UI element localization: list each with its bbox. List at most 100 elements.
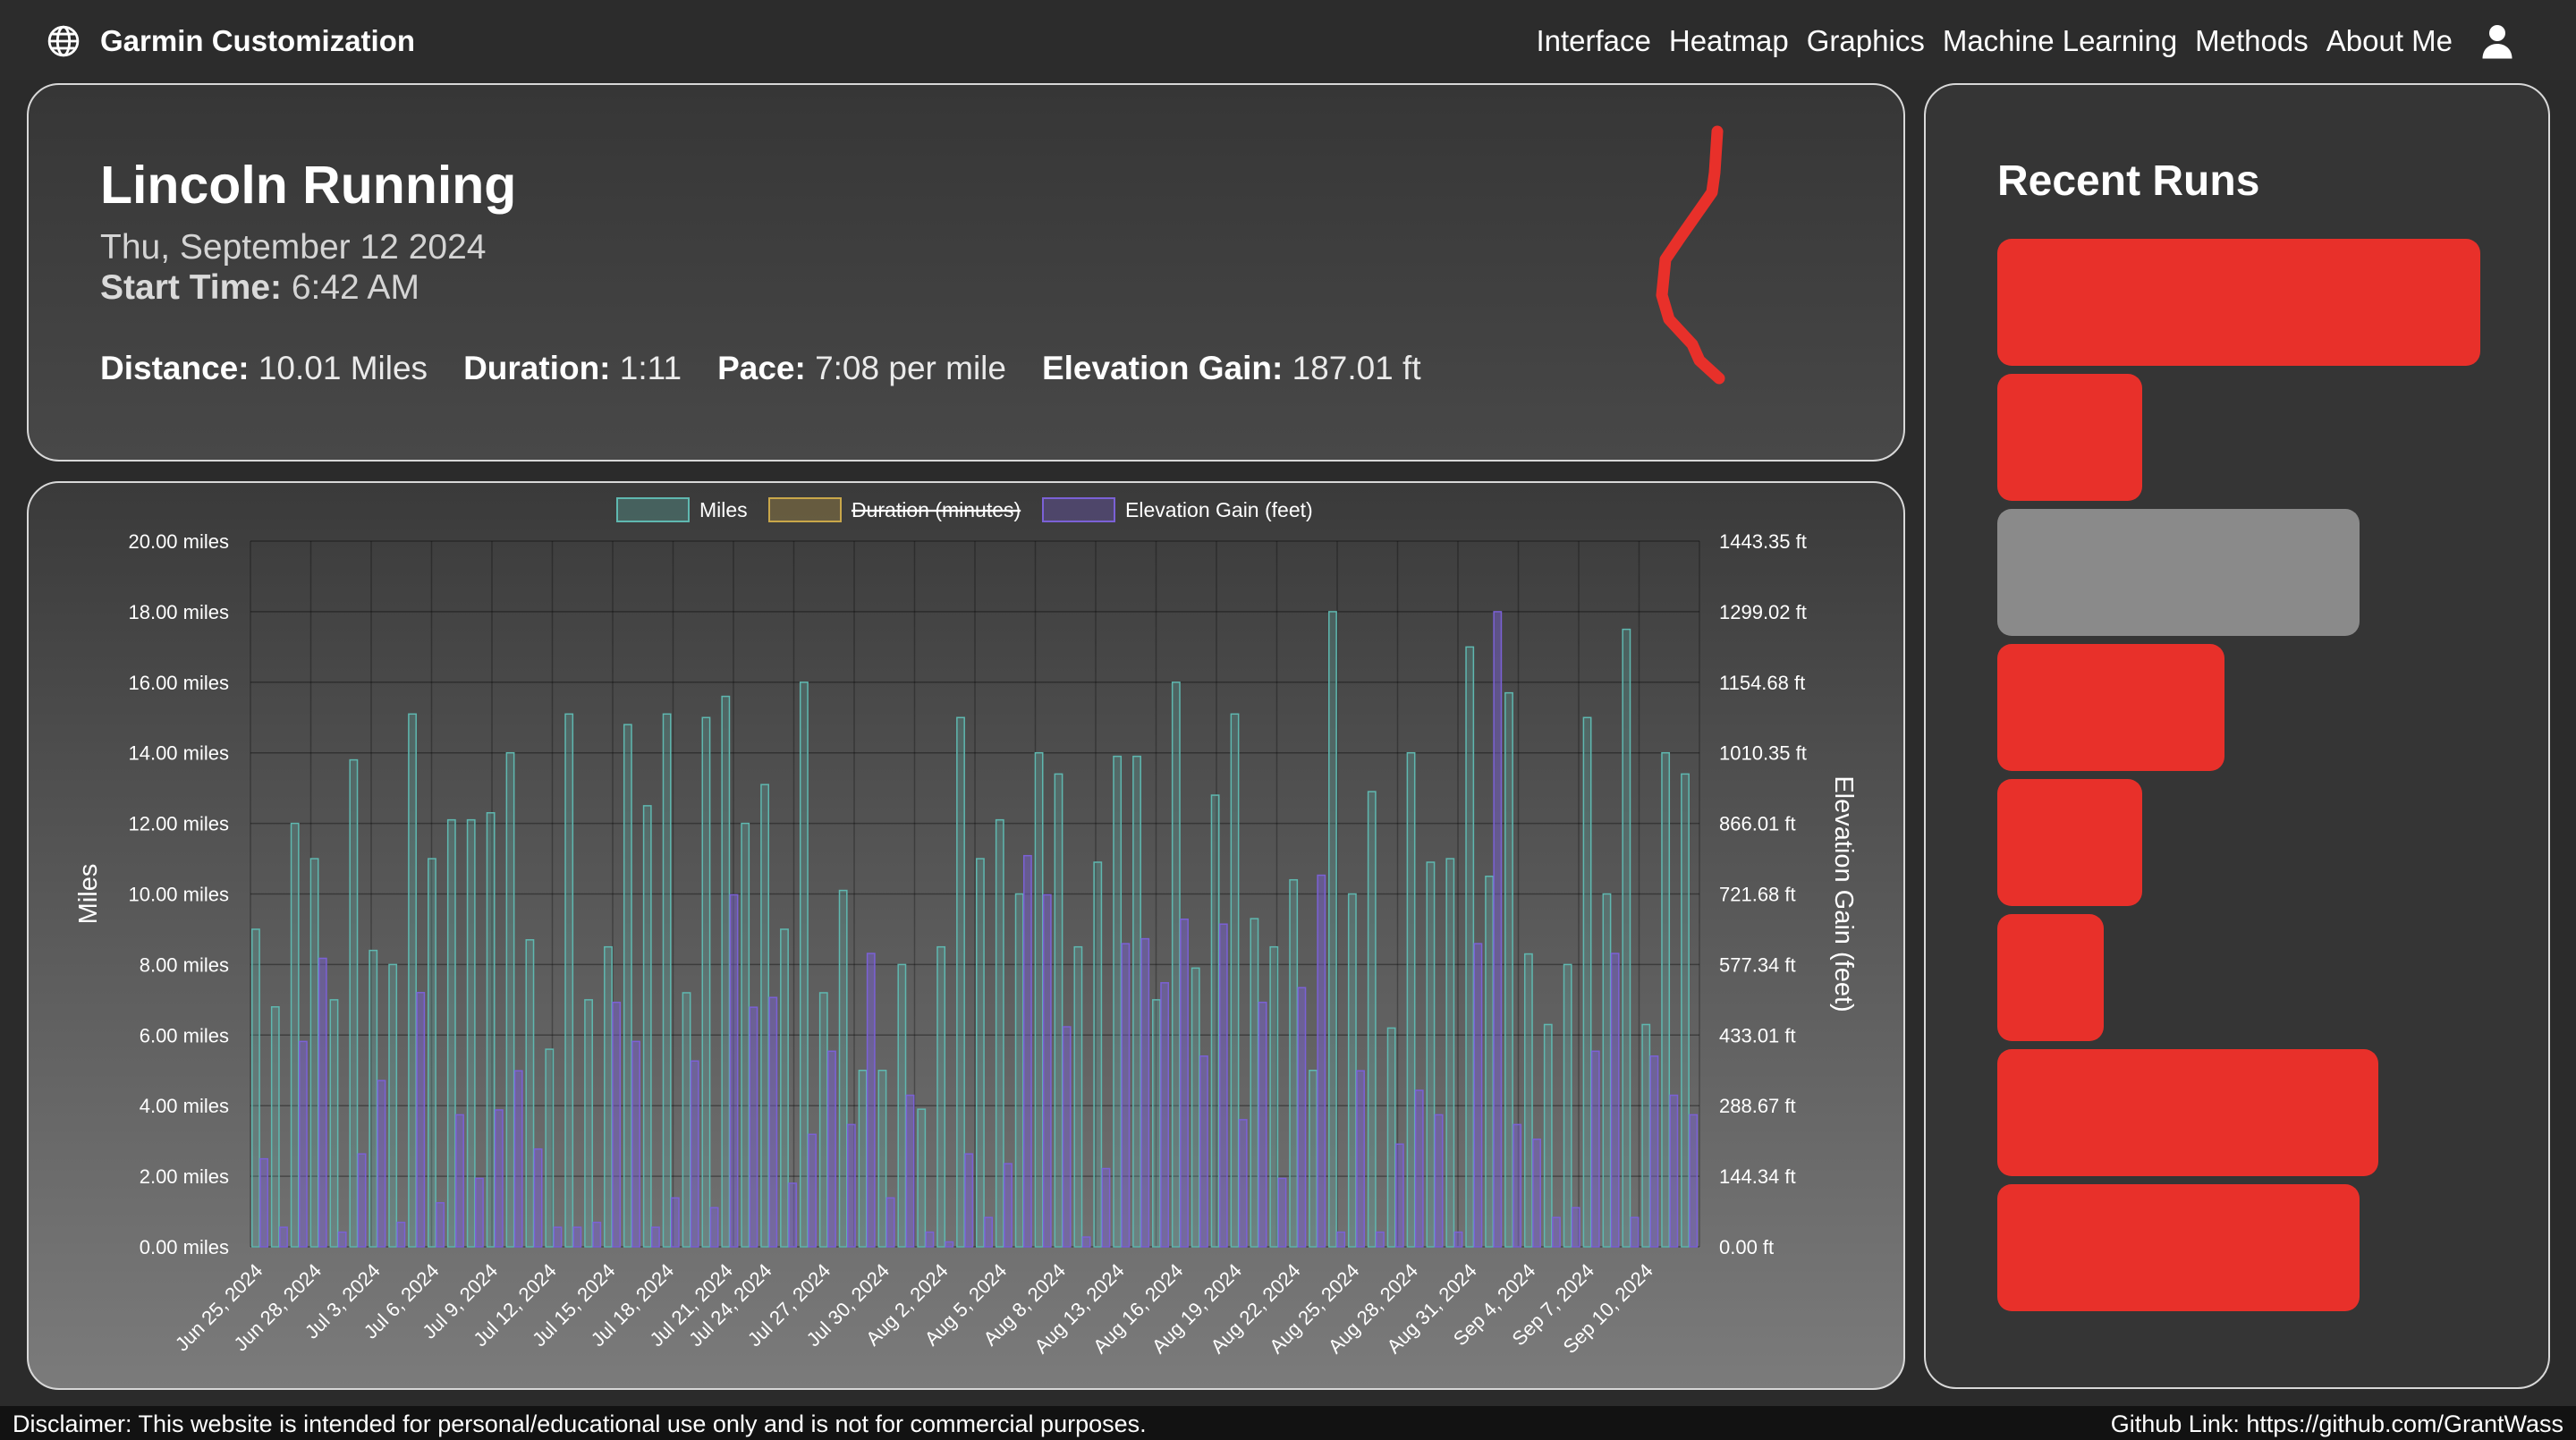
elevation-bar [396,1221,406,1248]
miles-bar [1289,878,1299,1248]
elevation-bar [1238,1119,1248,1248]
recent-run-bar[interactable] [1997,239,2480,366]
recent-run-bar[interactable] [1997,374,2142,501]
miles-bar [1073,945,1083,1248]
brand-title: Garmin Customization [100,24,416,57]
nav-link-graphics[interactable]: Graphics [1807,24,1925,58]
miles-bar [428,858,436,1248]
miles-bar [1582,716,1592,1248]
recent-run-bar[interactable] [1997,1049,2378,1176]
y2-tick-label: 1299.02 ft [1719,601,1807,623]
footer: Disclaimer: This website is intended for… [0,1406,2576,1440]
nav-link-interface[interactable]: Interface [1536,24,1650,58]
miles-bar [604,945,613,1248]
nav-link-machine-learning[interactable]: Machine Learning [1943,24,2177,58]
y2-tick-label: 433.01 ft [1719,1024,1796,1046]
elevation-bar [377,1080,386,1248]
elevation-bar [984,1216,994,1248]
miles-bar [1465,646,1475,1248]
y2-tick-label: 1010.35 ft [1719,742,1807,765]
miles-bar [1406,751,1416,1248]
miles-bar [349,758,359,1248]
pace-stat: Pace: 7:08 per mile [717,350,1006,387]
y2-tick-label: 144.34 ft [1719,1165,1796,1188]
run-summary-card: Lincoln Running Thu, September 12 2024 S… [27,83,1905,462]
elevation-bar [1218,923,1228,1248]
miles-bar [408,713,417,1248]
user-icon[interactable] [2481,23,2513,59]
route-line [1656,125,1725,385]
miles-bar [1309,1070,1318,1248]
duration-value: 1:11 [619,350,682,386]
run-date: Thu, September 12 2024 [100,228,487,267]
elevation-bar [827,1050,836,1248]
legend-label: Miles [699,498,748,521]
runs-bar-chart: 0.00 miles 2.00 miles 4.00 miles 6.00 miles… [74,497,1858,1358]
miles-bar [525,939,535,1248]
elevation-bar [1473,943,1483,1248]
miles-bar [1347,893,1357,1248]
recent-run-bar[interactable] [1997,644,2224,771]
elevation-bar [279,1226,288,1248]
elevation-bar [357,1153,367,1248]
elevation-bar [592,1221,602,1248]
recent-run-bar[interactable] [1997,509,2360,636]
github-url[interactable]: https://github.com/GrantWass [2246,1410,2563,1437]
miles-bar [701,716,711,1248]
elevation-bar [1610,953,1620,1248]
start-time-label: Start Time: [100,268,282,307]
nav-link-methods[interactable]: Methods [2195,24,2309,58]
y2-tick-label: 288.67 ft [1719,1095,1796,1117]
legend-swatch [768,497,842,522]
miles-bar [388,963,398,1248]
miles-bar [897,963,907,1248]
miles-bar [1426,861,1436,1248]
miles-bar [329,999,339,1248]
github-link[interactable]: Github Link: https://github.com/GrantWas… [2111,1410,2563,1438]
miles-bar [466,818,476,1248]
elevation-bar [788,1182,798,1248]
elevation-bar [846,1123,856,1248]
elevation-bar [1140,937,1150,1248]
nav-link-heatmap[interactable]: Heatmap [1669,24,1789,58]
miles-bar [309,858,319,1248]
miles-bar [799,682,809,1248]
duration-label: Duration: [463,350,611,386]
elevation-bar [259,1157,269,1248]
distance-value: 10.01 Miles [258,350,428,386]
elevation-bar [1277,1177,1287,1248]
elevation-bar [1160,982,1170,1248]
miles-bar [1386,1027,1396,1248]
miles-bar [1093,861,1103,1248]
elevation-bar [1062,1026,1072,1248]
elevation-bar [1297,987,1307,1248]
start-time: Start Time: 6:42 AM [100,268,419,308]
globe-icon [47,25,80,57]
legend-label: Elevation Gain (feet) [1125,498,1313,521]
y-tick-label: 4.00 miles [140,1095,229,1117]
recent-run-bar[interactable] [1997,1184,2360,1311]
miles-bar [642,805,652,1248]
elevation-bar [475,1177,484,1248]
elevation-bar [768,996,778,1248]
miles-bar [1602,893,1612,1248]
y2-tick-label: 1443.35 ft [1719,530,1807,553]
miles-bar [1034,751,1044,1248]
y2-tick-label: 1154.68 ft [1719,672,1805,694]
recent-run-bar[interactable] [1997,779,2142,906]
elevation-bar [416,991,426,1248]
miles-bar [662,713,672,1248]
miles-bar [1367,791,1377,1248]
miles-bar [741,822,750,1248]
y2-tick-label: 721.68 ft [1719,884,1796,906]
elevation-bar [1022,854,1032,1248]
elevation-bar [1414,1089,1424,1248]
elevation-bar [1376,1231,1385,1248]
route-map [1656,125,1725,385]
elevation-bar [729,894,739,1248]
y-tick-label: 6.00 miles [140,1024,229,1046]
nav-link-about-me[interactable]: About Me [2326,24,2453,58]
brand[interactable]: Garmin Customization [47,20,415,63]
elevation-bar [337,1231,347,1248]
recent-run-bar[interactable] [1997,914,2104,1041]
